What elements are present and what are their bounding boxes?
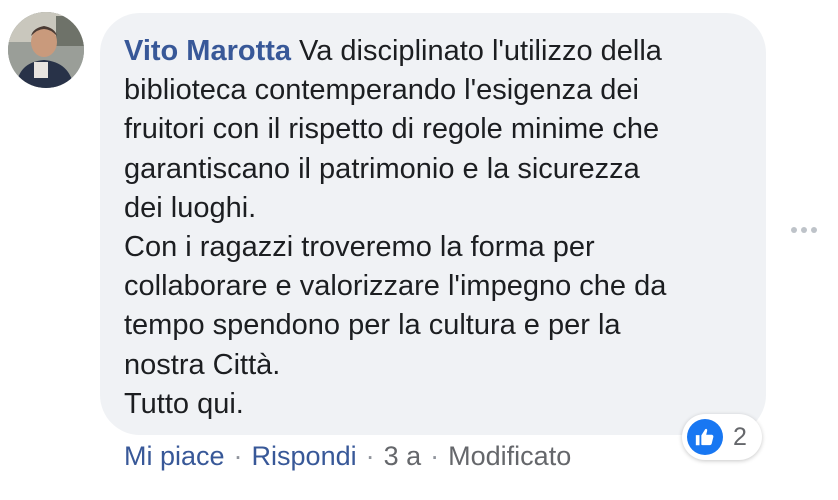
like-button[interactable]: Mi piace — [124, 441, 225, 472]
timestamp[interactable]: 3 a — [384, 441, 422, 472]
comment-line: Con i ragazzi troveremo la forma per — [124, 231, 595, 264]
more-dot-icon — [811, 227, 817, 233]
separator: · — [233, 441, 243, 471]
comment-line: Tutto qui. — [124, 387, 244, 420]
comment-line: tempo spendono per la cultura e per la — [124, 309, 621, 342]
like-icon — [687, 419, 723, 455]
author-name[interactable]: Vito Marotta — [124, 35, 291, 67]
comment-line: garantiscano il patrimonio e la sicurezz… — [124, 152, 640, 185]
comment-line: dei luoghi. — [124, 191, 257, 224]
reaction-count: 2 — [733, 422, 747, 451]
comment-line: biblioteca contemperando l'esigenza dei — [124, 74, 639, 107]
reply-button[interactable]: Rispondi — [252, 441, 357, 472]
avatar-photo — [8, 12, 84, 88]
edited-label[interactable]: Modificato — [448, 441, 571, 472]
separator: · — [430, 441, 440, 471]
comment-line: collaborare e valorizzare l'impegno che … — [124, 270, 667, 303]
comment-actions: Mi piace · Rispondi · 3 a · Modificato — [124, 441, 571, 472]
comment-line: fruitori con il rispetto di regole minim… — [124, 113, 660, 146]
comment-line-text: Va disciplinato l'utilizzo della — [299, 35, 662, 67]
separator: · — [365, 441, 375, 471]
comment-text: Vito Marotta Va disciplinato l'utilizzo d… — [124, 32, 742, 424]
comment-line: Vito Marotta Va disciplinato l'utilizzo d… — [124, 32, 742, 71]
more-dot-icon — [791, 227, 797, 233]
avatar[interactable] — [8, 12, 84, 88]
comment-bubble: Vito Marotta Va disciplinato l'utilizzo d… — [100, 13, 766, 435]
more-dot-icon — [801, 227, 807, 233]
comment-line: nostra Città. — [124, 348, 281, 381]
more-options-button[interactable] — [786, 222, 822, 238]
reactions-summary[interactable]: 2 — [682, 414, 762, 460]
